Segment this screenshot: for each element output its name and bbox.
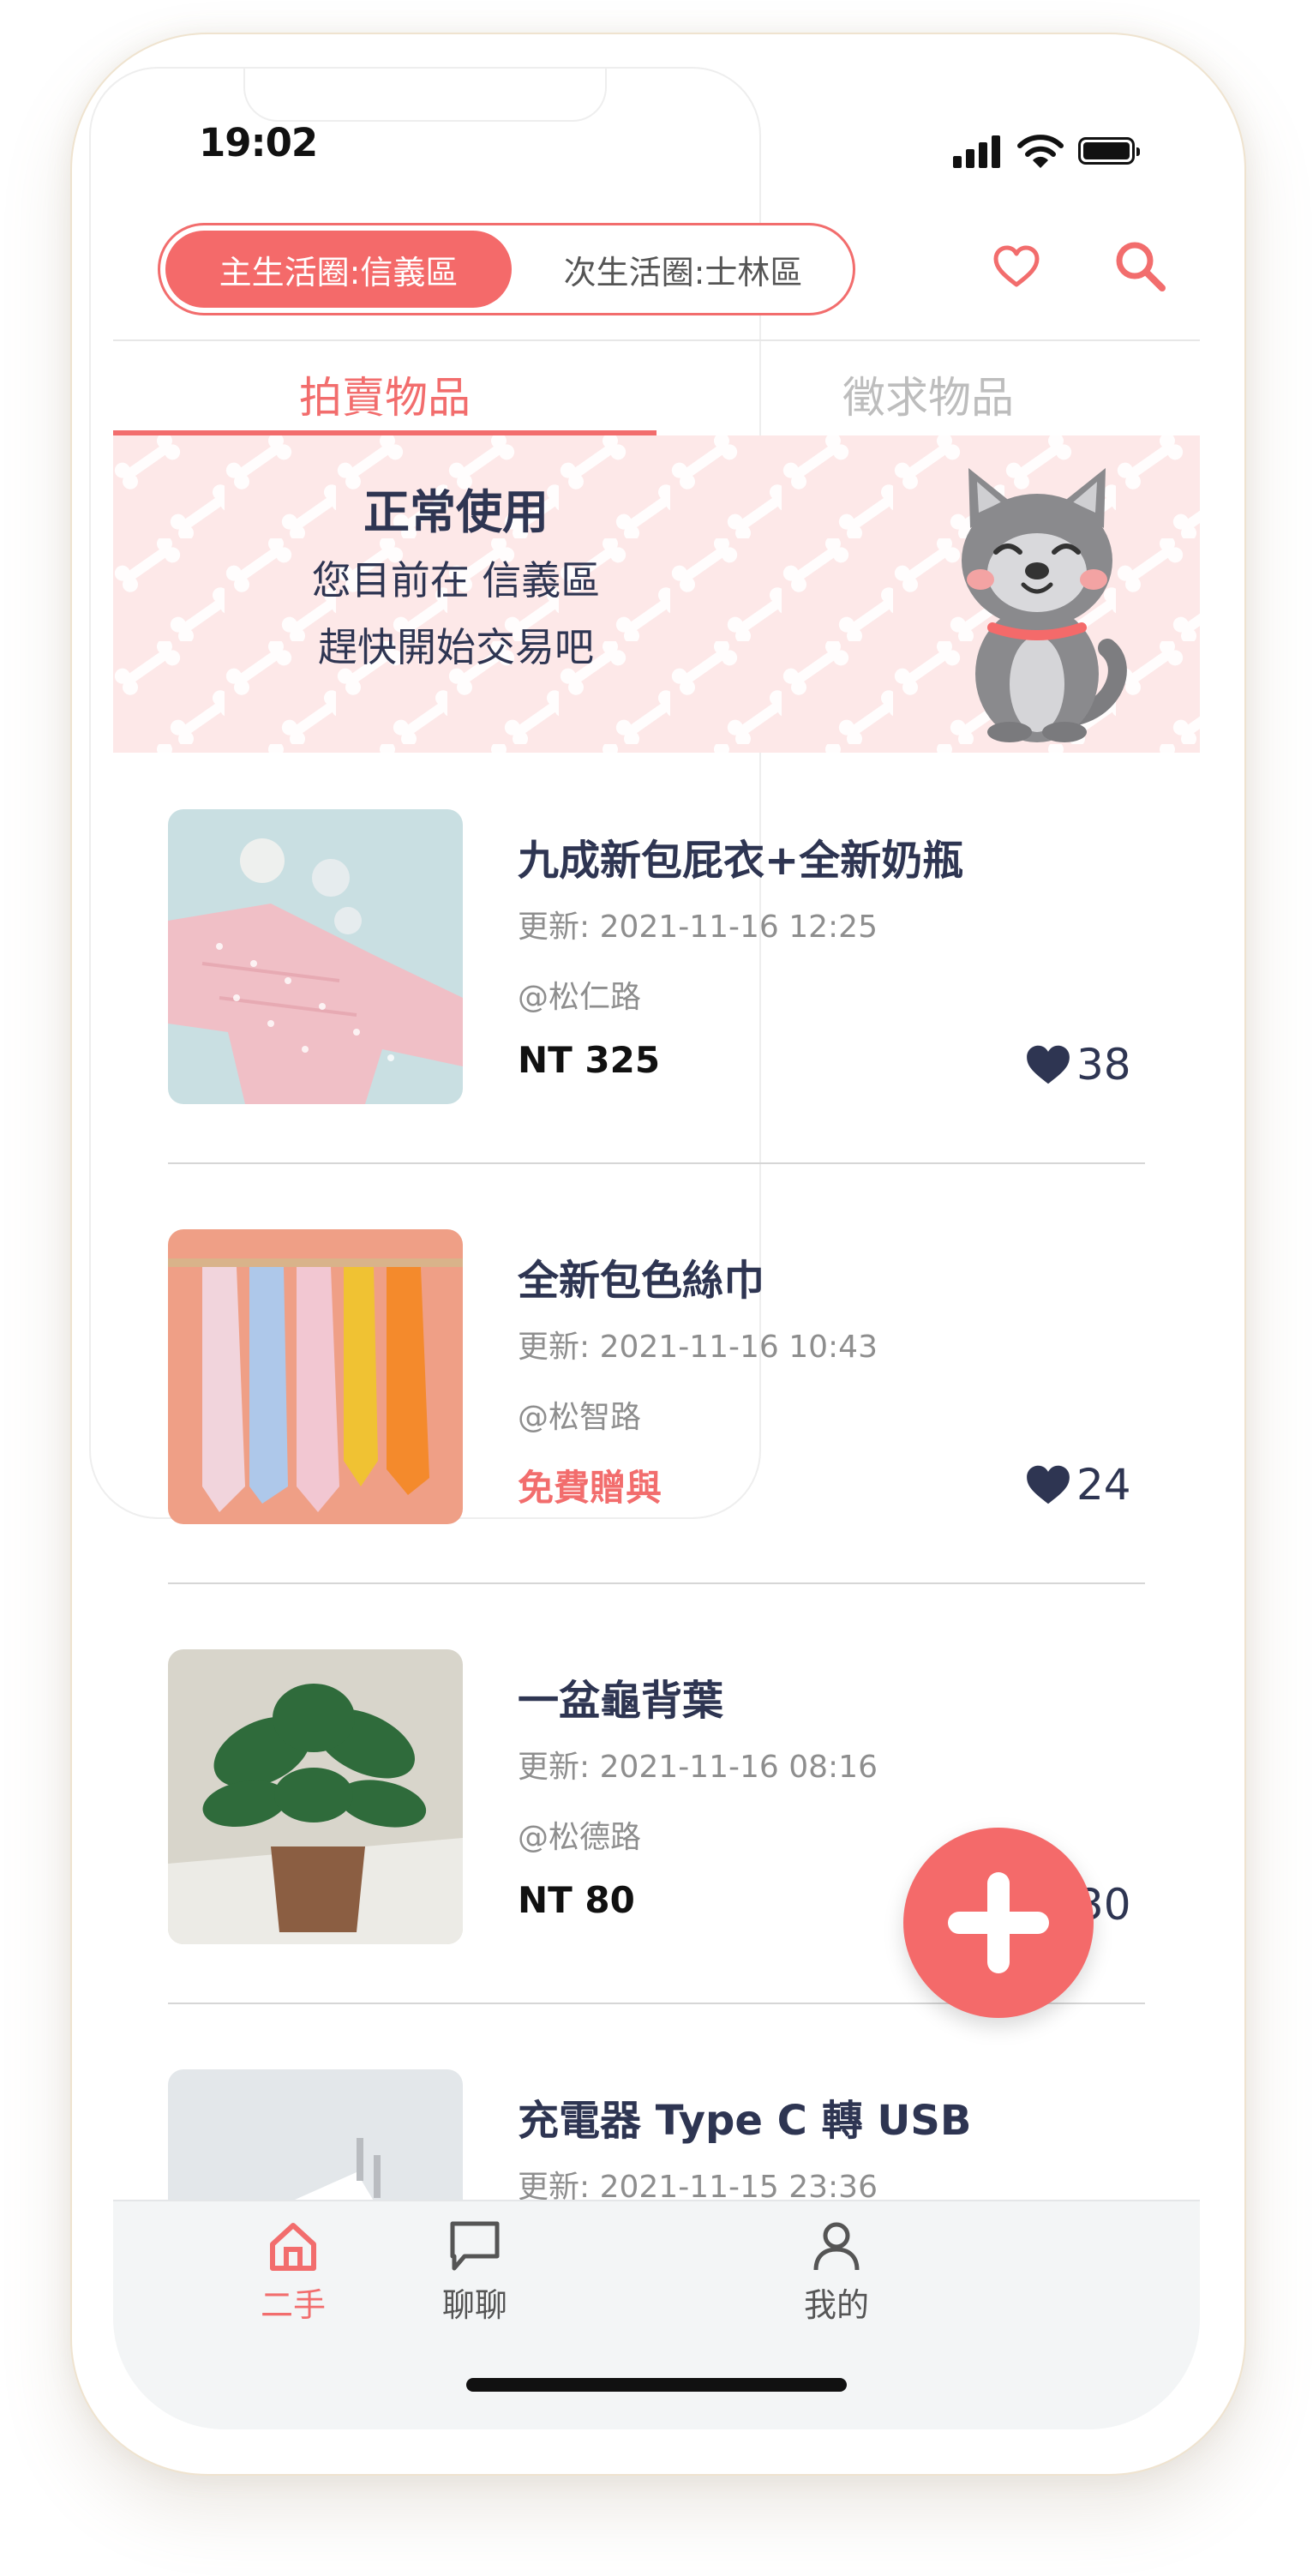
listing-title: 充電器 Type C 轉 USB (518, 2097, 972, 2145)
nav-label: 聊聊 (441, 2286, 507, 2324)
listing-thumbnail[interactable] (168, 1649, 463, 1944)
listing-price: NT 80 (518, 1879, 635, 1921)
banner-title: 正常使用 (363, 485, 549, 539)
nav-item-me[interactable]: 我的 (751, 2219, 922, 2339)
wifi-icon (1017, 135, 1064, 168)
row-divider (168, 1162, 1145, 1164)
status-banner: 正常使用 您目前在 信義區 趕快開始交易吧 (113, 435, 1200, 753)
listing-thumbnail[interactable] (168, 1229, 463, 1524)
heart-filled-icon (1027, 1045, 1070, 1084)
nav-item-secondhand[interactable]: 二手 (207, 2219, 379, 2339)
app-screen: 19:02 主生活圈:信義區 次生活圈:士林區 拍賣物品 徵求物品 正常使用 您… (113, 67, 1200, 2429)
home-indicator[interactable] (466, 2378, 847, 2392)
nav-label: 二手 (260, 2286, 326, 2324)
battery-icon (1078, 137, 1140, 165)
like-button[interactable]: 38 (1025, 1039, 1131, 1090)
nav-item-chat[interactable]: 聊聊 (389, 2219, 561, 2339)
signal-icon (953, 134, 1004, 168)
row-divider (168, 1582, 1145, 1584)
bottom-nav: 二手 聊聊 我的 (113, 2200, 1200, 2429)
listing-thumbnail[interactable] (168, 809, 463, 1104)
area-toggle: 主生活圈:信義區 次生活圈:士林區 (158, 223, 855, 315)
heart-icon[interactable] (991, 242, 1042, 293)
banner-location: 您目前在 信義區 (311, 557, 601, 603)
nav-label: 我的 (803, 2286, 869, 2324)
listing-updated: 更新: 2021-11-16 10:43 (518, 1330, 878, 1365)
listing-updated: 更新: 2021-11-16 12:25 (518, 910, 878, 945)
chat-icon (450, 2221, 500, 2271)
tab-auction[interactable]: 拍賣物品 (113, 351, 656, 437)
listing-item[interactable]: 全新包色絲巾 更新: 2021-11-16 10:43 @松智路 免費贈與 24 (168, 1229, 1145, 1649)
listing-item[interactable]: 九成新包屁衣+全新奶瓶 更新: 2021-11-16 12:25 @松仁路 NT… (168, 809, 1145, 1229)
listing-location: @松仁路 (518, 980, 642, 1015)
listing-price: NT 325 (518, 1039, 661, 1081)
listing-title: 九成新包屁衣+全新奶瓶 (518, 837, 964, 885)
status-icons (953, 134, 1167, 171)
status-time: 19:02 (199, 120, 318, 165)
like-count: 38 (1076, 1040, 1131, 1090)
add-listing-button[interactable] (903, 1828, 1094, 2018)
listing-price: 免費贈與 (518, 1467, 662, 1509)
listing-updated: 更新: 2021-11-16 08:16 (518, 1750, 878, 1785)
like-count: 24 (1076, 1460, 1131, 1510)
home-icon (270, 2223, 316, 2271)
banner-cta: 趕快開始交易吧 (318, 624, 594, 670)
user-icon (813, 2222, 860, 2271)
primary-area-button[interactable]: 主生活圈:信義區 (165, 231, 512, 308)
banner-text: 正常使用 您目前在 信義區 趕快開始交易吧 (242, 478, 670, 681)
tab-wanted[interactable]: 徵求物品 (656, 351, 1200, 437)
listing-location: @松德路 (518, 1820, 642, 1855)
header-divider (113, 339, 1200, 341)
listing-title: 全新包色絲巾 (518, 1257, 765, 1305)
listing-title: 一盆龜背葉 (518, 1677, 724, 1725)
search-icon[interactable] (1112, 238, 1167, 293)
heart-filled-icon (1027, 1465, 1070, 1504)
dog-mascot-icon (962, 468, 1127, 742)
secondary-area-button[interactable]: 次生活圈:士林區 (520, 231, 846, 308)
like-button[interactable]: 24 (1025, 1459, 1131, 1510)
listing-location: @松智路 (518, 1400, 642, 1435)
